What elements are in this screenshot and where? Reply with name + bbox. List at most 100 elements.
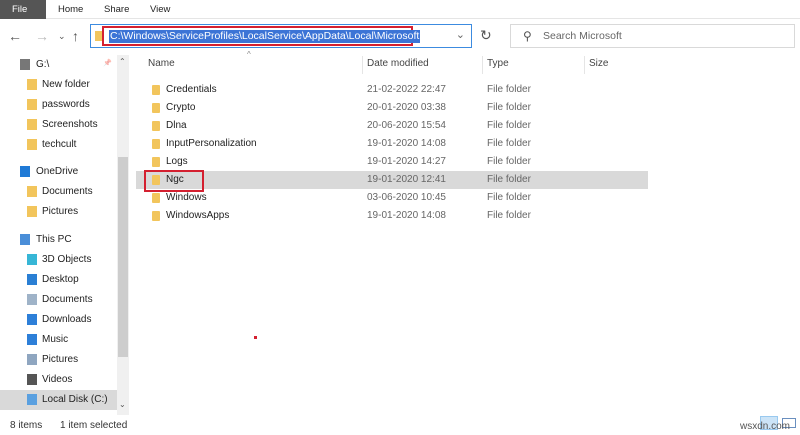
- column-name[interactable]: Name: [148, 58, 175, 69]
- cloud-icon: [20, 166, 30, 177]
- file-name: Dlna: [166, 120, 187, 131]
- sidebar-item[interactable]: OneDrive: [0, 162, 117, 182]
- file-name: Windows: [166, 192, 207, 203]
- sidebar-item[interactable]: Pictures: [0, 202, 117, 222]
- file-row[interactable]: WindowsApps 19-01-2020 14:08 File folder: [136, 207, 648, 225]
- folder-icon: [27, 99, 37, 110]
- sidebar-item-label: Pictures: [42, 354, 79, 365]
- column-divider[interactable]: [584, 56, 585, 74]
- back-icon[interactable]: ←: [8, 28, 22, 44]
- sidebar-item-label: OneDrive: [36, 166, 79, 177]
- file-row[interactable]: Logs 19-01-2020 14:27 File folder: [136, 153, 648, 171]
- desktop-icon: [27, 274, 37, 285]
- sidebar-item-label: Local Disk (C:): [42, 394, 108, 405]
- file-row[interactable]: InputPersonalization 19-01-2020 14:08 Fi…: [136, 135, 648, 153]
- file-row[interactable]: Windows 03-06-2020 10:45 File folder: [136, 189, 648, 207]
- file-type: File folder: [487, 210, 531, 221]
- column-date[interactable]: Date modified: [367, 58, 429, 69]
- tab-file[interactable]: File: [0, 0, 46, 19]
- search-input[interactable]: ⚲ Search Microsoft: [510, 24, 795, 48]
- sidebar-item-label: Videos: [42, 374, 73, 385]
- sidebar-item[interactable]: Desktop: [0, 270, 117, 290]
- scroll-down-icon[interactable]: ⌄: [119, 400, 126, 409]
- drive-icon: [20, 59, 30, 70]
- file-row[interactable]: Credentials 21-02-2022 22:47 File folder: [136, 81, 648, 99]
- sidebar-item[interactable]: Local Disk (C:): [0, 390, 117, 410]
- column-divider[interactable]: [482, 56, 483, 74]
- sidebar-item-label: Documents: [42, 186, 93, 197]
- sidebar-item-label: 3D Objects: [42, 254, 92, 265]
- watermark: wsxdn.com: [739, 421, 790, 432]
- column-type[interactable]: Type: [487, 58, 509, 69]
- file-name: Credentials: [166, 84, 217, 95]
- file-type: File folder: [487, 120, 531, 131]
- sort-ascending-icon: ^: [247, 50, 251, 59]
- forward-icon[interactable]: →: [35, 28, 49, 44]
- sidebar-item[interactable]: 3D Objects: [0, 250, 117, 270]
- sidebar-item-label: Screenshots: [42, 119, 98, 130]
- scroll-up-icon[interactable]: ⌃: [119, 57, 126, 66]
- document-icon: [27, 294, 37, 305]
- cube-icon: [27, 254, 37, 265]
- sidebar-item-label: Pictures: [42, 206, 79, 217]
- folder-icon: [152, 157, 160, 167]
- sidebar-item-label: Downloads: [42, 314, 92, 325]
- address-path[interactable]: C:\Windows\ServiceProfiles\LocalService\…: [109, 30, 421, 43]
- folder-icon: [27, 186, 37, 197]
- red-dot: [254, 336, 257, 339]
- sidebar-item-label: G:\: [36, 59, 50, 70]
- recent-locations-chevron-icon[interactable]: ⌄: [58, 31, 66, 42]
- file-row[interactable]: Ngc 19-01-2020 12:41 File folder: [136, 171, 648, 189]
- sidebar-item-label: techcult: [42, 139, 77, 150]
- folder-icon: [152, 193, 160, 203]
- sidebar-item[interactable]: Screenshots: [0, 115, 117, 135]
- file-row[interactable]: Crypto 20-01-2020 03:38 File folder: [136, 99, 648, 117]
- pin-icon[interactable]: 📌: [103, 59, 112, 67]
- file-date: 19-01-2020 12:41: [367, 174, 446, 185]
- sidebar-item[interactable]: Pictures: [0, 350, 117, 370]
- highlight-box: [144, 170, 204, 192]
- column-divider[interactable]: [362, 56, 363, 74]
- file-row[interactable]: Dlna 20-06-2020 15:54 File folder: [136, 117, 648, 135]
- sidebar-item[interactable]: Documents: [0, 182, 117, 202]
- scrollbar-thumb[interactable]: [118, 157, 128, 357]
- music-icon: [27, 334, 37, 345]
- file-date: 19-01-2020 14:08: [367, 138, 446, 149]
- sidebar-item[interactable]: Documents: [0, 290, 117, 310]
- file-type: File folder: [487, 84, 531, 95]
- sidebar-item[interactable]: Downloads: [0, 310, 117, 330]
- folder-icon: [27, 79, 37, 90]
- sidebar-item-label: Music: [42, 334, 69, 345]
- tab-view[interactable]: View: [150, 4, 170, 15]
- sidebar-item[interactable]: techcult: [0, 135, 117, 155]
- item-count: 8 items: [10, 420, 43, 431]
- file-type: File folder: [487, 102, 531, 113]
- folder-icon: [152, 139, 160, 149]
- folder-icon: [152, 211, 160, 221]
- tab-share[interactable]: Share: [104, 4, 129, 15]
- sidebar-item[interactable]: New folder: [0, 75, 117, 95]
- column-size[interactable]: Size: [589, 58, 608, 69]
- sidebar-item[interactable]: passwords: [0, 95, 117, 115]
- file-type: File folder: [487, 138, 531, 149]
- download-icon: [27, 314, 37, 325]
- chevron-down-icon[interactable]: ⌄: [456, 28, 465, 41]
- refresh-icon[interactable]: ↻: [480, 27, 492, 44]
- tab-home[interactable]: Home: [58, 4, 83, 15]
- sidebar-item[interactable]: Music: [0, 330, 117, 350]
- up-icon[interactable]: ↑: [72, 28, 79, 44]
- file-name: Crypto: [166, 102, 196, 113]
- file-type: File folder: [487, 174, 531, 185]
- address-bar[interactable]: C:\Windows\ServiceProfiles\LocalService\…: [90, 24, 472, 48]
- folder-icon: [152, 85, 160, 95]
- sidebar-item[interactable]: This PC: [0, 230, 117, 250]
- sidebar-item-label: This PC: [36, 234, 72, 245]
- file-date: 19-01-2020 14:08: [367, 210, 446, 221]
- sidebar-item[interactable]: Videos: [0, 370, 117, 390]
- search-icon: ⚲: [523, 29, 532, 43]
- file-type: File folder: [487, 156, 531, 167]
- folder-icon: [152, 103, 160, 113]
- file-date: 03-06-2020 10:45: [367, 192, 446, 203]
- ribbon: File Home Share View: [0, 0, 800, 19]
- sidebar-item[interactable]: G:\: [0, 55, 117, 75]
